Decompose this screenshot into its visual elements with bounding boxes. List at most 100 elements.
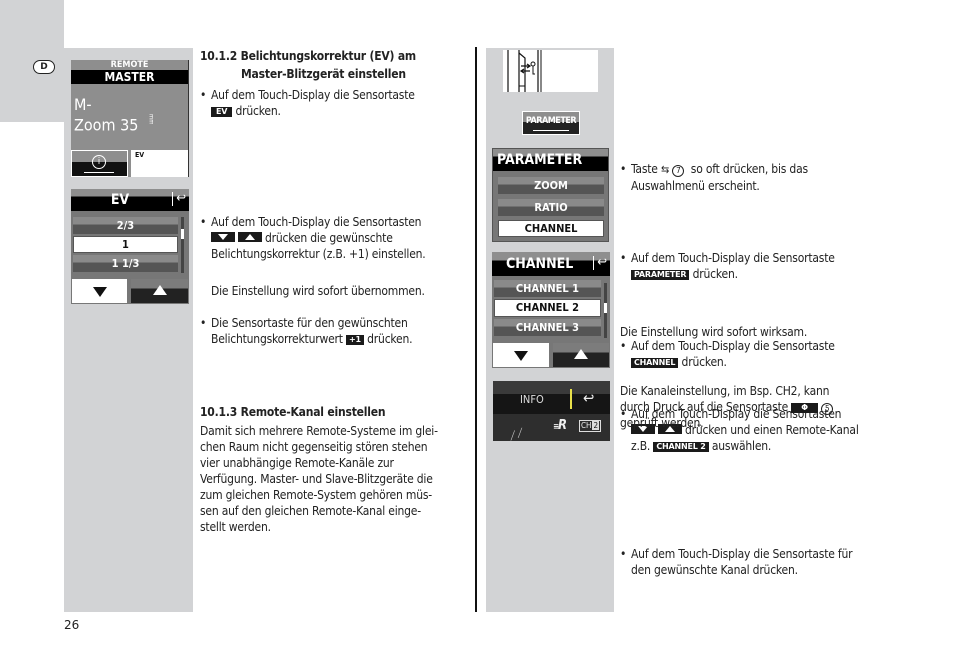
down-button[interactable] <box>492 342 550 368</box>
info-label: INFO <box>520 393 544 406</box>
flash-mode-line1: M- <box>74 95 92 114</box>
ev-button[interactable]: EV <box>131 150 188 177</box>
up-key-icon <box>238 232 262 242</box>
flash-icon: ⟋⟋ <box>507 425 526 441</box>
channel-scroll-thumb[interactable] <box>604 303 607 313</box>
channel-menu-title: CHANNEL <box>506 256 574 272</box>
ev-option-1[interactable]: 1 <box>73 236 178 253</box>
remote-letter: R <box>558 418 568 433</box>
parameter-key-label: PARAMETER <box>525 116 577 126</box>
section-heading-channel: 10.1.3 Remote-Kanal einstellen <box>200 405 386 419</box>
step-text-line3: Belichtungskorrektur (z.B. +1) einstelle… <box>211 247 426 261</box>
master-display: REMOTE MASTER M- Zoom 35 mm i EV <box>71 60 189 177</box>
channel-option-3[interactable]: CHANNEL 3 <box>494 319 601 336</box>
step-prefix: z.B. <box>631 439 651 453</box>
channel-badge-value: 2 <box>592 421 600 430</box>
device-side-illustration <box>503 50 598 92</box>
channel-menu-list: CHANNEL 1 CHANNEL 2 CHANNEL 3 <box>494 280 601 336</box>
up-button[interactable] <box>552 342 610 368</box>
info-key-badge: Φ <box>791 403 818 413</box>
ev-key-badge: EV <box>211 107 233 117</box>
step-text: Auf dem Touch-Display die Sensortaste fü… <box>631 547 853 561</box>
ev-menu-header: EV ↩ <box>71 189 189 211</box>
step-text: Auf dem Touch-Display die Sensortasten <box>211 215 422 229</box>
step-prefix: Taste <box>631 162 658 176</box>
channel-option-2[interactable]: CHANNEL 2 <box>494 299 601 317</box>
parameter-key-illustration[interactable]: PARAMETER <box>522 111 580 135</box>
channel-paragraph: Damit sich mehrere Remote-Systeme im gle… <box>200 423 470 535</box>
ev-menu-title: EV <box>110 192 130 208</box>
step-suffix: drücken. <box>692 267 738 281</box>
arrow-up-icon <box>152 285 167 295</box>
info-icon: i <box>92 155 106 169</box>
step-prefix: durch Druck auf die Sensortaste <box>620 400 789 414</box>
step-press-channel: Auf dem Touch-Display die Sensortaste CH… <box>620 338 900 370</box>
ev-option-0[interactable]: 2/3 <box>73 217 178 234</box>
step-press-ev: Auf dem Touch-Display die Sensortaste EV… <box>200 87 470 119</box>
back-icon[interactable]: ↩ <box>583 389 594 407</box>
master-title: MASTER <box>71 70 188 84</box>
underline <box>533 130 569 131</box>
plus-one-key-badge: +1 <box>346 335 364 345</box>
info-accent-bar <box>570 389 572 409</box>
step-text: Auf dem Touch-Display die Sensortaste <box>631 251 835 265</box>
step-press-value: Die Sensortaste für den gewünschten Beli… <box>200 315 470 347</box>
step-mode-key: Taste ⇆ 7 so oft drücken, bis das Auswah… <box>620 161 900 194</box>
step-suffix: drücken. <box>235 104 281 118</box>
parameter-option-channel[interactable]: CHANNEL <box>498 220 604 237</box>
ev-scroll-thumb[interactable] <box>181 229 184 239</box>
heading-line1: 10.1.2 Belichtungskorrektur (EV) am <box>200 49 416 63</box>
channel-option-1[interactable]: CHANNEL 1 <box>494 280 601 297</box>
arrow-up-icon <box>574 349 588 359</box>
parameter-option-zoom[interactable]: ZOOM <box>498 177 604 194</box>
arrow-down-icon <box>514 351 528 361</box>
info-button[interactable]: i <box>71 150 128 177</box>
step-text: Die Sensortaste für den gewünschten <box>211 316 408 330</box>
column-divider <box>475 47 477 612</box>
step-line3: geprüft werden. <box>620 416 704 430</box>
remote-label: REMOTE <box>110 60 149 70</box>
step-suffix: so oft drücken, bis das <box>690 162 808 176</box>
step-check-channel: Die Kanaleinstellung, im Bsp. CH2, kann … <box>620 383 900 431</box>
parameter-option-ratio[interactable]: RATIO <box>498 199 604 216</box>
ev-option-2[interactable]: 1 1/3 <box>73 255 178 272</box>
parameter-key-badge: PARAMETER <box>631 270 690 280</box>
page-corner-tab <box>0 0 64 122</box>
ref-number-5: 5 <box>821 403 834 415</box>
ev-menu-list: 2/3 1 1 1/3 <box>73 217 178 272</box>
heading-line2: Master-Blitzgerät einstellen <box>241 67 406 81</box>
channel-scrollbar[interactable] <box>604 283 607 338</box>
channel-badge-prefix: CH <box>581 421 592 430</box>
remote-indicator: ≡R <box>553 418 568 433</box>
note-effective: Die Einstellung wird sofort wirksam. <box>620 325 808 339</box>
mode-switch-icon: ⇆ <box>660 163 670 176</box>
zoom-unit: mm <box>147 114 155 125</box>
paragraph-line: sen auf den gleichen Remote-Kanal einge- <box>200 504 421 518</box>
paragraph-line: zum gleichen Remote-System gehören müs- <box>200 488 432 502</box>
mode-key-illustration <box>507 50 542 92</box>
parameter-menu-display: PARAMETER ZOOM RATIO CHANNEL <box>492 148 609 242</box>
step-line2: Auswahlmenü erscheint. <box>631 179 760 193</box>
up-button[interactable] <box>130 278 189 304</box>
step-suffix: drücken die gewünschte <box>265 231 393 245</box>
ev-scrollbar[interactable] <box>181 217 184 273</box>
note-applied: Die Einstellung wird sofort übernommen. <box>211 284 425 298</box>
step-prefix: Belichtungskorrekturwert <box>211 332 343 346</box>
step-press-parameter: Auf dem Touch-Display die Sensortaste PA… <box>620 250 900 282</box>
channel-menu-header: CHANNEL ↩ <box>492 252 610 276</box>
down-key-icon <box>211 232 235 242</box>
parameter-menu-header: PARAMETER <box>493 149 608 171</box>
paragraph-line: stellt werden. <box>200 520 271 534</box>
step-adjust-ev: Auf dem Touch-Display die Sensortasten d… <box>200 214 470 262</box>
back-icon[interactable]: ↩ <box>593 256 607 270</box>
parameter-menu-title: PARAMETER <box>497 152 583 168</box>
channel-badge: CH 2 <box>579 420 602 432</box>
channel-key-badge: CHANNEL <box>631 358 679 368</box>
ev-button-label: EV <box>135 151 145 159</box>
section-heading-ev: 10.1.2 Belichtungskorrektur (EV) am Mast… <box>200 48 470 82</box>
down-button[interactable] <box>71 278 128 304</box>
underline <box>84 172 114 173</box>
step-suffix: drücken. <box>681 355 727 369</box>
page-number: 26 <box>64 618 80 632</box>
back-icon[interactable]: ↩ <box>172 192 186 206</box>
